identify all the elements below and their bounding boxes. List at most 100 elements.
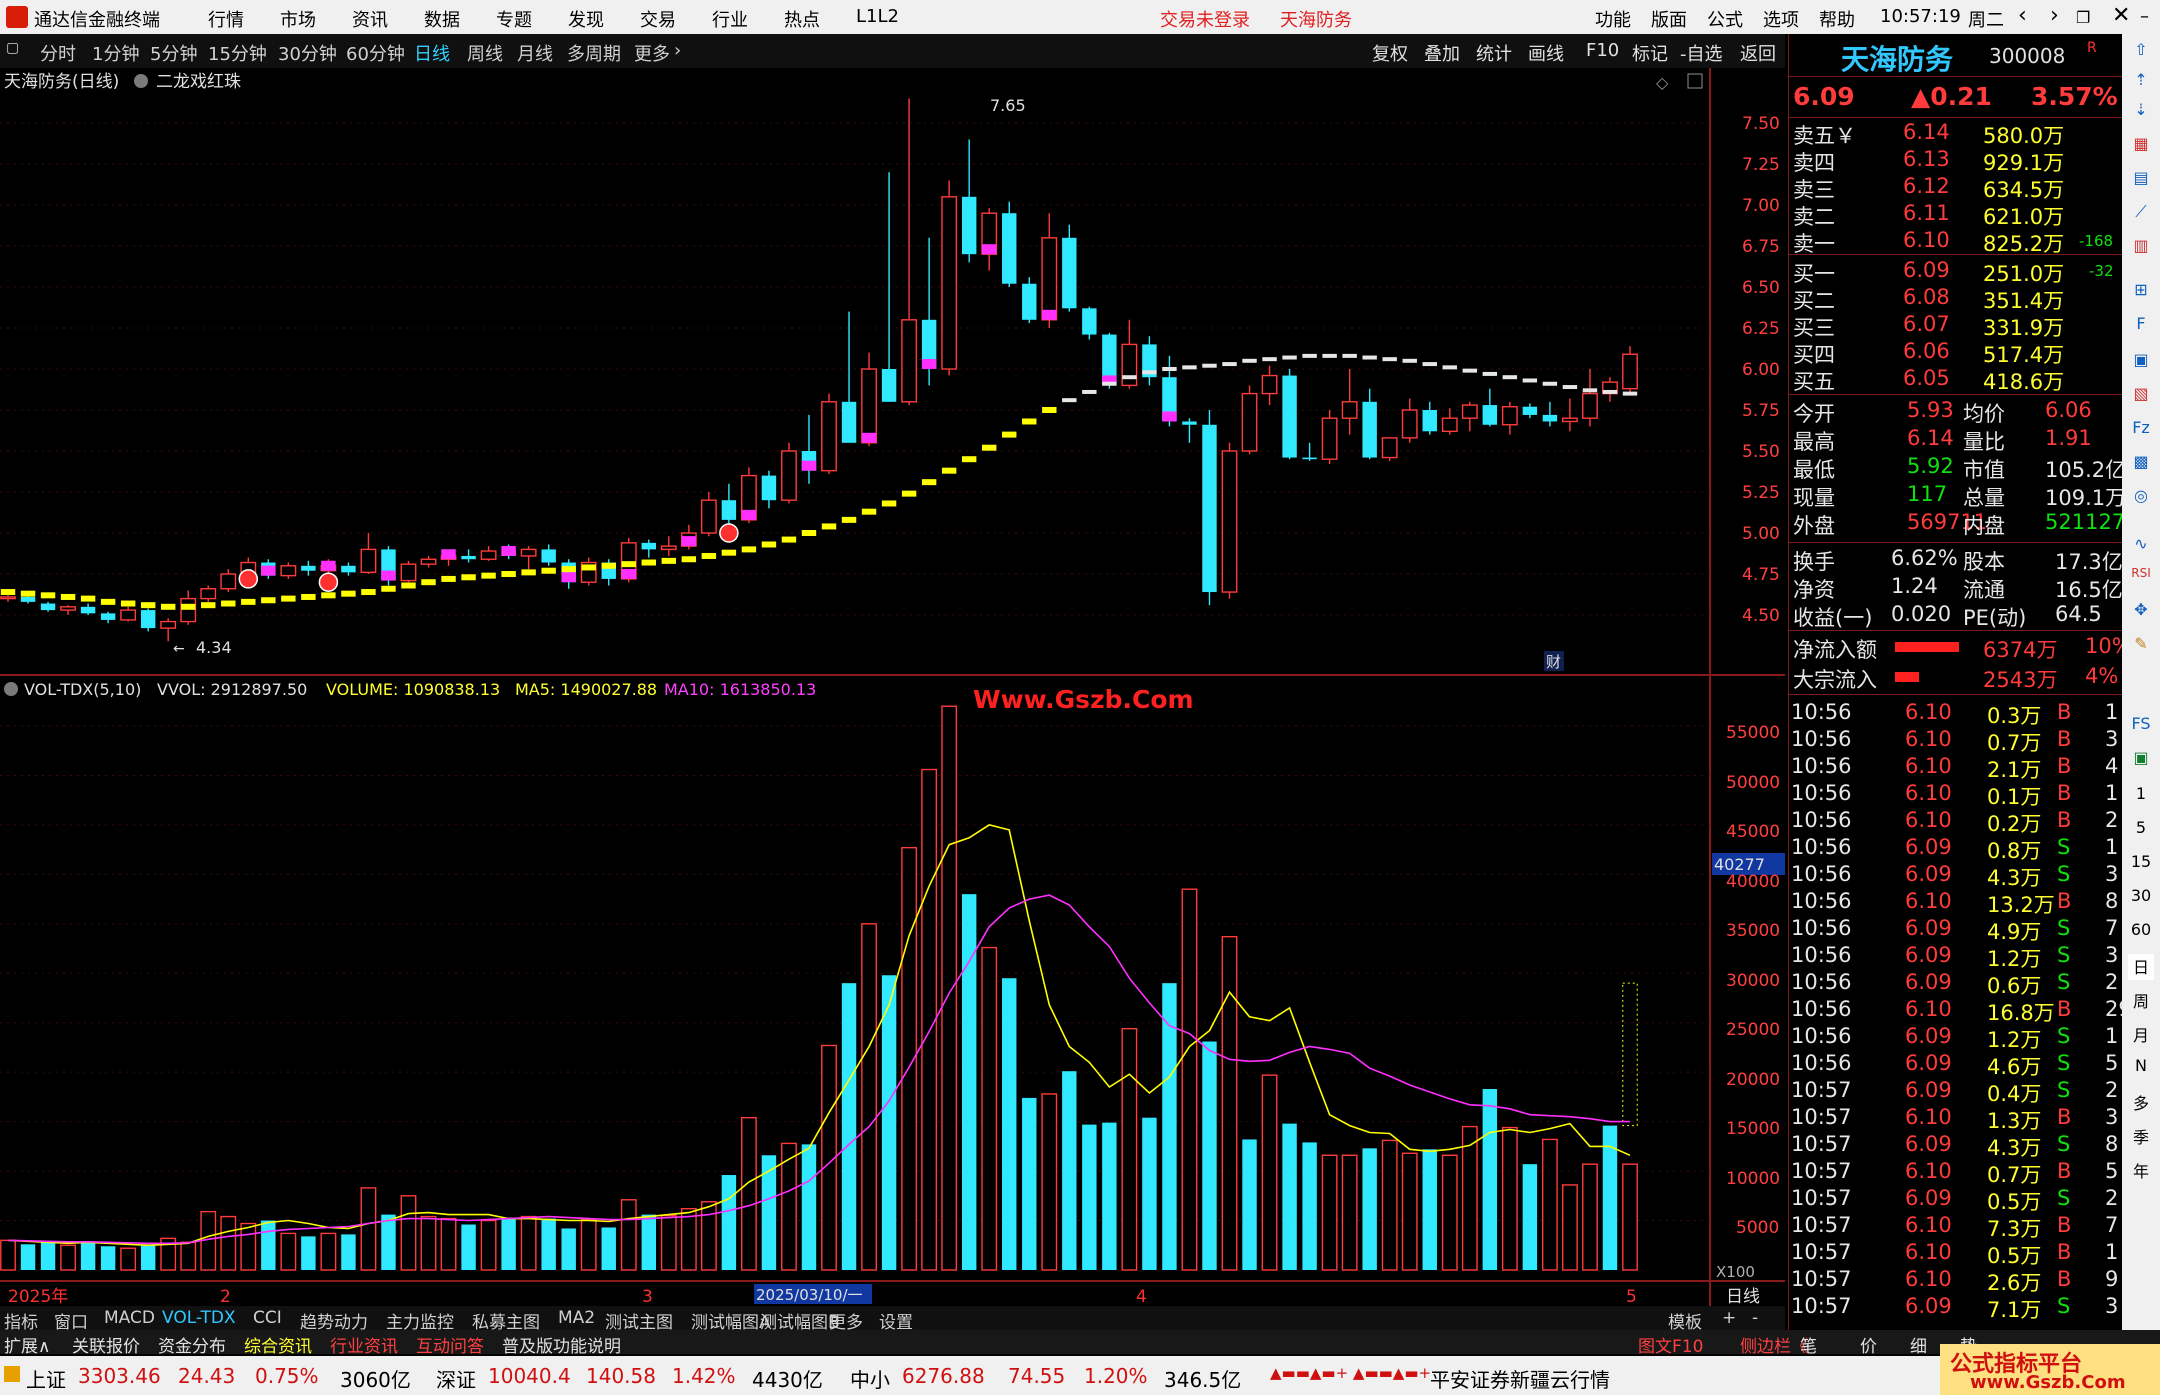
volume-bar[interactable] <box>721 1175 737 1270</box>
volume-bar[interactable] <box>1282 1123 1297 1270</box>
volume-bar[interactable] <box>841 983 857 1270</box>
idx-zx-name[interactable]: 中小 <box>850 1364 890 1393</box>
volume-bar[interactable] <box>801 1144 817 1270</box>
candle-body[interactable] <box>220 573 237 590</box>
volume-bar[interactable] <box>1022 1097 1037 1270</box>
period-more[interactable]: 更多 <box>634 40 670 66</box>
volume-bar[interactable] <box>520 1215 537 1271</box>
volume-bar[interactable] <box>641 1214 656 1270</box>
volume-bar[interactable] <box>1422 1149 1437 1270</box>
toolbar-collapse-icon[interactable]: ▢ <box>6 40 19 56</box>
candle-body[interactable] <box>1261 374 1278 395</box>
candle-body[interactable] <box>140 610 156 629</box>
vol-indicator-name[interactable]: VOL-TDX(5,10) <box>24 680 141 699</box>
candle-body[interactable] <box>40 603 56 611</box>
indicator-tab[interactable]: VOL-TDX <box>162 1308 236 1328</box>
candle-body[interactable] <box>1542 414 1558 422</box>
candle-body[interactable] <box>1461 404 1478 419</box>
fin-icon[interactable]: F <box>2128 314 2154 340</box>
candle-body[interactable] <box>160 620 177 629</box>
volume-bar[interactable] <box>1082 1124 1097 1270</box>
volume-bar[interactable] <box>941 705 958 1271</box>
candle-body[interactable] <box>301 565 316 571</box>
maximize-chart-icon[interactable] <box>1687 73 1703 89</box>
volume-bar[interactable] <box>301 1236 316 1270</box>
volume-bar[interactable] <box>1142 1117 1157 1270</box>
candle-body[interactable] <box>1082 308 1097 335</box>
indicator-tab[interactable]: MACD <box>104 1308 155 1328</box>
back-arrow-icon[interactable]: ‹ <box>2018 3 2027 28</box>
period-monthly[interactable]: 月线 <box>517 40 553 66</box>
volume-bar[interactable] <box>741 1116 757 1271</box>
candle-body[interactable] <box>1401 409 1418 439</box>
line-chart-icon[interactable]: ⟋ <box>2128 202 2154 228</box>
candle-body[interactable] <box>961 196 977 255</box>
volume-bar[interactable] <box>761 1155 777 1270</box>
period-multi[interactable]: 多周期 <box>567 40 621 66</box>
candle-body[interactable] <box>1582 392 1598 419</box>
candle-body[interactable] <box>821 401 837 472</box>
volume-bar[interactable] <box>0 1239 16 1271</box>
table-icon[interactable]: ▤ <box>2128 168 2154 194</box>
volume-bar[interactable] <box>1121 1027 1138 1271</box>
quote-stock-name[interactable]: 天海防务 <box>1841 38 1953 78</box>
candle-body[interactable] <box>1321 417 1338 460</box>
volume-bar[interactable] <box>700 1201 717 1271</box>
period-icon-60[interactable]: 60 <box>2128 920 2154 946</box>
volume-bar[interactable] <box>1242 1139 1257 1270</box>
volume-bar[interactable] <box>461 1224 476 1270</box>
tab-tool[interactable]: + <box>1722 1308 1736 1328</box>
candle-body[interactable] <box>461 555 476 560</box>
volume-bar[interactable] <box>320 1232 337 1271</box>
candle-body[interactable] <box>541 549 556 563</box>
candle-body[interactable] <box>1282 375 1297 458</box>
tool-huaxian[interactable]: 画线 <box>1528 40 1564 66</box>
candle-body[interactable] <box>480 550 497 560</box>
volume-bar[interactable] <box>1482 1088 1498 1270</box>
info-tab[interactable]: 扩展∧ <box>4 1332 50 1357</box>
candle-body[interactable] <box>1241 392 1258 452</box>
volume-bar[interactable] <box>981 946 998 1271</box>
candle-body[interactable] <box>1501 406 1518 426</box>
period-icon-day[interactable]: 日 <box>2128 954 2154 980</box>
candle-body[interactable] <box>1381 437 1398 459</box>
candle-body[interactable] <box>100 613 116 620</box>
news-icon[interactable]: ▣ <box>2128 350 2154 376</box>
candle-body[interactable] <box>700 499 717 534</box>
candle-body[interactable] <box>80 606 96 614</box>
volume-bar[interactable] <box>1541 1138 1558 1271</box>
volume-bar[interactable] <box>240 1222 257 1271</box>
close-window-icon[interactable]: ✕ <box>2112 3 2130 28</box>
volume-bar[interactable] <box>1041 1093 1058 1271</box>
period-icon-week[interactable]: 周 <box>2128 988 2154 1014</box>
tool-f10[interactable]: F10 <box>1586 40 1619 61</box>
volume-bar[interactable] <box>561 1228 576 1270</box>
volume-bar[interactable] <box>140 1244 156 1270</box>
tool-fanhui[interactable]: 返回 <box>1740 40 1776 66</box>
candle-body[interactable] <box>120 609 137 621</box>
period-15min[interactable]: 15分钟 <box>208 40 267 66</box>
triangle-up-icon[interactable]: ⇡ <box>2128 70 2154 96</box>
period-icon-30[interactable]: 30 <box>2128 886 2154 912</box>
volume-bar[interactable] <box>921 768 938 1271</box>
wave-icon[interactable]: ∿ <box>2128 534 2154 560</box>
volume-bar[interactable] <box>1181 888 1198 1271</box>
info-tab-right[interactable]: 侧边栏《 <box>1740 1332 1808 1357</box>
fz-icon[interactable]: Fz <box>2128 418 2154 444</box>
menu-zhuanti[interactable]: 专题 <box>496 6 532 32</box>
period-60min[interactable]: 60分钟 <box>346 40 405 66</box>
trade-login-status[interactable]: 交易未登录 <box>1160 6 1250 32</box>
candle-body[interactable] <box>1062 237 1077 309</box>
volume-bar[interactable] <box>1102 1122 1117 1270</box>
volume-bar[interactable] <box>881 975 897 1270</box>
volume-bar[interactable] <box>1062 1071 1077 1270</box>
tool-diejia[interactable]: 叠加 <box>1424 40 1460 66</box>
menu-hangqing[interactable]: 行情 <box>208 6 244 32</box>
menu-zixun[interactable]: 资讯 <box>352 6 388 32</box>
candle-body[interactable] <box>1422 410 1437 432</box>
volume-bar[interactable] <box>381 1214 396 1270</box>
period-fenshi[interactable]: 分时 <box>40 40 76 66</box>
market-breadth-icon[interactable]: ▲▬▬▲▬+ ▲▬▬▲▬+ <box>1270 1364 1431 1382</box>
volume-bar[interactable] <box>620 1199 637 1271</box>
chevron-right-icon[interactable]: › <box>674 40 681 61</box>
